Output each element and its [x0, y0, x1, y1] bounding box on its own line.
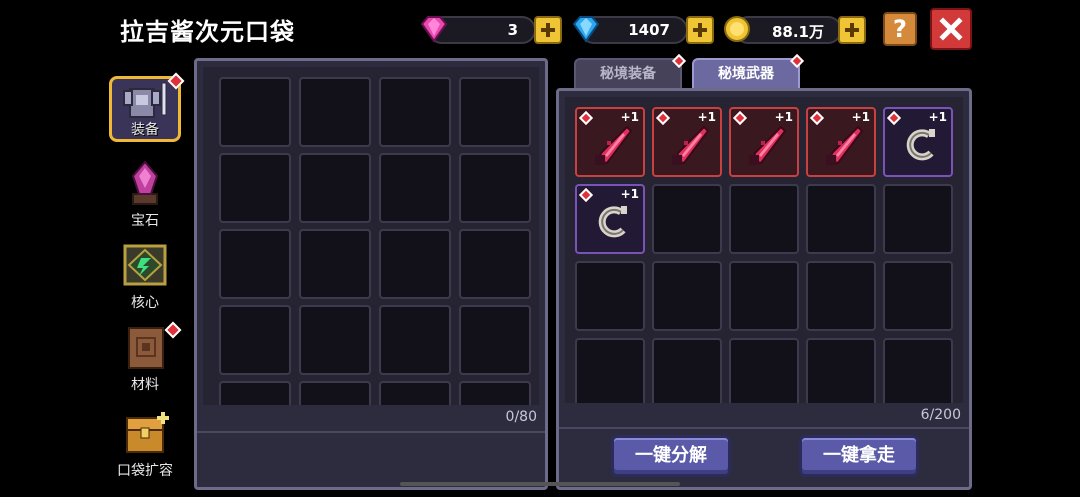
gem-count: 3: [507, 21, 518, 39]
slot-cell[interactable]: [729, 184, 799, 254]
add-diamonds-button[interactable]: [686, 16, 714, 44]
diamond-count: 1407: [628, 21, 670, 39]
slot-cell[interactable]: [299, 305, 371, 375]
plus-icon: [693, 23, 707, 37]
slot-cell[interactable]: [883, 184, 953, 254]
blue-diamond-icon: [570, 14, 602, 48]
weapon-slot-blade[interactable]: +1: [575, 107, 645, 177]
pocket-panel: 0/80: [194, 58, 548, 490]
slot-cell[interactable]: [652, 184, 722, 254]
close-button[interactable]: [930, 8, 972, 50]
coin-count: 88.1万: [771, 23, 824, 41]
slot-cell[interactable]: [299, 153, 371, 223]
item-level: +1: [774, 110, 793, 124]
item-level: +1: [697, 110, 716, 124]
iron-hook-icon: [895, 121, 945, 175]
sidebar-item-label: 装备: [131, 122, 159, 138]
slot-cell[interactable]: [806, 261, 876, 331]
divider: [197, 431, 545, 433]
core-icon: [117, 240, 173, 296]
slot-cell[interactable]: [219, 77, 291, 147]
plus-icon: [845, 23, 859, 37]
slot-cell[interactable]: [459, 153, 531, 223]
material-icon: [117, 321, 182, 378]
pocket-grid[interactable]: [203, 67, 539, 405]
take-all-button[interactable]: 一键拿走: [799, 435, 919, 477]
crimson-blade-icon: [818, 121, 868, 175]
sidebar-item-equipment[interactable]: 装备: [105, 72, 185, 142]
weapon-slot-hook[interactable]: +1: [575, 184, 645, 254]
add-gems-button[interactable]: [534, 16, 562, 44]
sidebar-item-core[interactable]: 核心: [105, 240, 185, 312]
gold-coin-icon: [722, 14, 752, 48]
slot-cell[interactable]: [379, 229, 451, 299]
slot-cell[interactable]: [219, 229, 291, 299]
decompose-all-button[interactable]: 一键分解: [611, 435, 731, 477]
divider: [559, 427, 969, 429]
slot-cell[interactable]: [379, 305, 451, 375]
slot-cell[interactable]: [219, 305, 291, 375]
weapon-slot-blade[interactable]: +1: [652, 107, 722, 177]
plus-icon: [541, 23, 555, 37]
slot-cell[interactable]: [459, 381, 531, 405]
slot-cell[interactable]: [219, 381, 291, 405]
tab-secret-equipment[interactable]: 秘境装备: [574, 58, 682, 88]
slot-cell[interactable]: [806, 338, 876, 403]
crimson-blade-icon: [664, 121, 714, 175]
crimson-blade-icon: [587, 121, 637, 175]
slot-cell[interactable]: [806, 184, 876, 254]
slot-cell[interactable]: [459, 305, 531, 375]
slot-cell[interactable]: [652, 338, 722, 403]
slot-cell[interactable]: [299, 381, 371, 405]
weapon-slot-blade[interactable]: +1: [806, 107, 876, 177]
iron-hook-icon: [587, 198, 637, 252]
weapon-slot-blade[interactable]: +1: [729, 107, 799, 177]
slot-cell[interactable]: [883, 261, 953, 331]
slot-cell[interactable]: [575, 261, 645, 331]
weapon-slot-hook[interactable]: +1: [883, 107, 953, 177]
tab-secret-weapons[interactable]: 秘境武器: [692, 58, 800, 88]
item-level: +1: [620, 187, 639, 201]
gem-icon: [117, 158, 173, 214]
slot-cell[interactable]: [729, 338, 799, 403]
slot-cell[interactable]: [299, 229, 371, 299]
item-level: +1: [928, 110, 947, 124]
help-button[interactable]: ?: [883, 12, 917, 46]
slot-cell[interactable]: [299, 77, 371, 147]
close-icon: [939, 17, 963, 41]
slot-cell[interactable]: [459, 229, 531, 299]
pocket-capacity: 0/80: [505, 409, 537, 425]
sidebar-item-expand[interactable]: 口袋扩容: [105, 408, 185, 480]
chest-icon: [117, 408, 173, 464]
slot-cell[interactable]: [219, 153, 291, 223]
add-coins-button[interactable]: [838, 16, 866, 44]
slot-cell[interactable]: [883, 338, 953, 403]
slot-cell[interactable]: [729, 261, 799, 331]
slot-cell[interactable]: [379, 77, 451, 147]
pink-gem-icon: [418, 14, 450, 48]
sidebar-item-materials[interactable]: 材料: [105, 321, 185, 394]
page-title: 拉吉酱次元口袋: [120, 18, 295, 46]
slot-cell[interactable]: [379, 153, 451, 223]
warehouse-capacity: 6/200: [920, 407, 961, 423]
slot-cell[interactable]: [575, 338, 645, 403]
item-level: +1: [620, 110, 639, 124]
slot-cell[interactable]: [379, 381, 451, 405]
sidebar-item-gems[interactable]: 宝石: [105, 158, 185, 230]
slot-cell[interactable]: [652, 261, 722, 331]
item-level: +1: [851, 110, 870, 124]
warehouse-grid[interactable]: +1 +1 +1 +1 +1 +1: [565, 97, 963, 403]
slot-cell[interactable]: [459, 77, 531, 147]
warehouse-panel: +1 +1 +1 +1 +1 +1 6/200 一键分解 一键拿走: [556, 88, 972, 490]
crimson-blade-icon: [741, 121, 791, 175]
scrollbar[interactable]: [400, 482, 680, 486]
